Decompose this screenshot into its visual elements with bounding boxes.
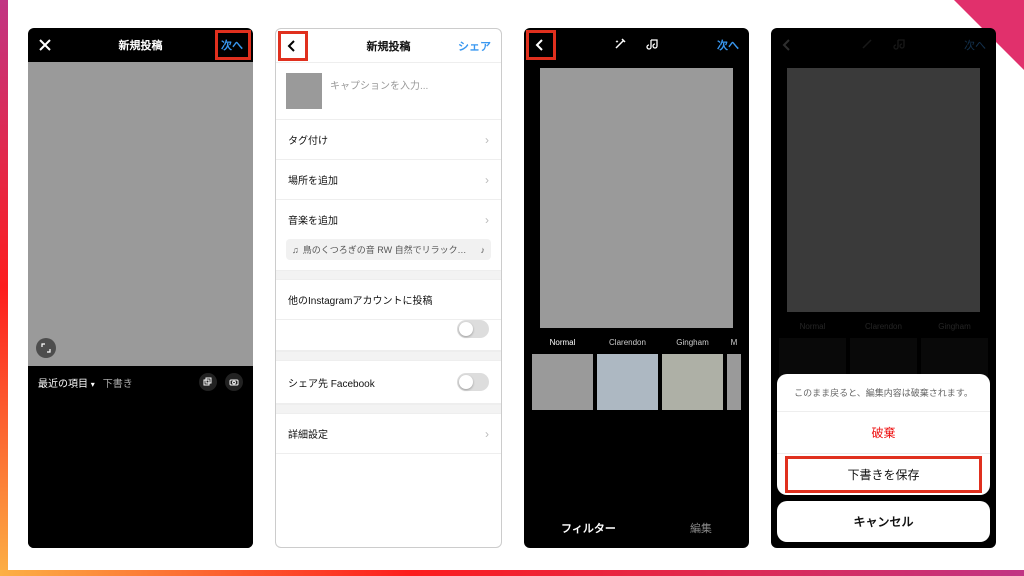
- row-label: 場所を追加: [288, 172, 338, 187]
- decorative-bottom-gradient: [0, 570, 1024, 576]
- expand-crop-icon[interactable]: [36, 338, 56, 358]
- action-sheet: このまま戻ると、編集内容は破棄されます。 破棄 下書きを保存 キャンセル: [777, 374, 990, 542]
- chevron-right-icon: ›: [485, 213, 489, 227]
- library-bar: 最近の項目 ▾ 下書き: [28, 366, 253, 398]
- magic-wand-icon[interactable]: [613, 37, 627, 51]
- back-icon[interactable]: [286, 39, 298, 53]
- row-label: タグ付け: [288, 132, 328, 147]
- close-icon[interactable]: [38, 38, 52, 52]
- filter-thumb: [727, 354, 741, 410]
- music-note-icon: ♪: [481, 245, 486, 255]
- screen-2-compose: 新規投稿 シェア キャプションを入力... タグ付け › 場所を追加 › 音楽を…: [275, 28, 502, 548]
- filter-preview-dimmed: [787, 68, 980, 312]
- discard-button[interactable]: 破棄: [777, 412, 990, 454]
- recent-items-dropdown[interactable]: 最近の項目 ▾: [38, 375, 95, 390]
- row-label: シェア先 Facebook: [288, 375, 375, 390]
- filter-option[interactable]: Gingham: [662, 338, 723, 410]
- filter-strip[interactable]: Normal Clarendon Gingham M: [524, 328, 749, 414]
- filter-label: Clarendon: [850, 322, 917, 334]
- filter-thumb: [662, 354, 723, 410]
- screen-4-discard-sheet: 次へ Normal Clarendon Gingham このまま戻ると、編集内容…: [771, 28, 996, 548]
- music-suggestion-chip[interactable]: ♫ 鳥のくつろぎの音 RW 自然でリラックスできる音楽 ♪: [286, 239, 491, 260]
- filter-label: M: [727, 338, 741, 350]
- facebook-toggle[interactable]: [457, 373, 489, 391]
- filter-strip-dimmed: Normal Clarendon Gingham: [771, 312, 996, 382]
- next-button[interactable]: 次へ: [717, 37, 739, 53]
- share-button[interactable]: シェア: [458, 38, 491, 54]
- camera-icon[interactable]: [225, 373, 243, 391]
- drafts-tab[interactable]: 下書き: [103, 375, 133, 390]
- topbar: 新規投稿 次へ: [28, 28, 253, 62]
- row-label: 他のInstagramアカウントに投稿: [288, 292, 432, 307]
- add-music-row[interactable]: 音楽を追加 ›: [276, 200, 501, 239]
- decorative-left-gradient: [0, 0, 8, 576]
- sheet-message: このまま戻ると、編集内容は破棄されます。: [777, 374, 990, 412]
- add-location-row[interactable]: 場所を追加 ›: [276, 160, 501, 200]
- music-icon: [893, 37, 907, 51]
- magic-wand-icon: [860, 37, 874, 51]
- screen-3-filter: 次へ Normal Clarendon Gingham M フィルター: [524, 28, 749, 548]
- selected-media-preview[interactable]: [28, 62, 253, 366]
- caption-area: キャプションを入力...: [276, 63, 501, 120]
- chevron-right-icon: ›: [485, 173, 489, 187]
- filter-preview[interactable]: [540, 68, 733, 328]
- filter-label: Normal: [532, 338, 593, 350]
- tag-people-row[interactable]: タグ付け ›: [276, 120, 501, 160]
- screens-row: 新規投稿 次へ 最近の項目 ▾ 下書き 新規投稿: [28, 28, 996, 548]
- next-button[interactable]: 次へ: [221, 37, 243, 53]
- media-grid-area[interactable]: [28, 398, 253, 548]
- cancel-card: キャンセル: [777, 501, 990, 542]
- filter-label: Gingham: [662, 338, 723, 350]
- row-label: 音楽を追加: [288, 212, 338, 227]
- post-thumbnail[interactable]: [286, 73, 322, 109]
- share-facebook-row: シェア先 Facebook: [276, 361, 501, 404]
- next-button[interactable]: 次へ: [964, 37, 986, 53]
- music-note-icon: ♫: [292, 245, 299, 255]
- post-to-other-ig-row: 他のInstagramアカウントに投稿: [276, 280, 501, 320]
- toolbar-icons: [524, 37, 749, 54]
- bottom-tabs: フィルター 編集: [524, 508, 749, 548]
- filter-thumb: [597, 354, 658, 410]
- filter-thumb: [532, 354, 593, 410]
- section-divider: [276, 270, 501, 280]
- filter-label: Gingham: [921, 322, 988, 334]
- toolbar-icons: [771, 37, 996, 54]
- chevron-right-icon: ›: [485, 133, 489, 147]
- post-to-other-ig-toggle-row: [276, 320, 501, 351]
- tab-edit[interactable]: 編集: [690, 520, 712, 536]
- caption-input[interactable]: キャプションを入力...: [330, 73, 428, 109]
- tab-filter[interactable]: フィルター: [561, 520, 616, 536]
- back-icon[interactable]: [781, 38, 793, 52]
- other-ig-toggle[interactable]: [457, 320, 489, 338]
- filter-label: Clarendon: [597, 338, 658, 350]
- topbar: 次へ: [771, 28, 996, 62]
- screen-title: 新規投稿: [28, 37, 253, 53]
- screen-1-new-post-picker: 新規投稿 次へ 最近の項目 ▾ 下書き: [28, 28, 253, 548]
- section-divider: [276, 351, 501, 361]
- filter-option[interactable]: Clarendon: [597, 338, 658, 410]
- music-chip-label: 鳥のくつろぎの音 RW 自然でリラックスできる音楽: [303, 243, 473, 256]
- topbar: 次へ: [524, 28, 749, 62]
- cancel-button[interactable]: キャンセル: [777, 501, 990, 542]
- filter-option[interactable]: Normal: [532, 338, 593, 410]
- filter-label: Normal: [779, 322, 846, 334]
- spacer: [276, 454, 501, 547]
- section-divider: [276, 404, 501, 414]
- action-sheet-card: このまま戻ると、編集内容は破棄されます。 破棄 下書きを保存: [777, 374, 990, 495]
- multi-select-icon[interactable]: [199, 373, 217, 391]
- advanced-settings-row[interactable]: 詳細設定 ›: [276, 414, 501, 454]
- back-icon[interactable]: [534, 38, 546, 52]
- music-icon[interactable]: [646, 37, 660, 51]
- topbar: 新規投稿 シェア: [276, 29, 501, 63]
- save-draft-button[interactable]: 下書きを保存: [777, 454, 990, 495]
- filter-option[interactable]: M: [727, 338, 741, 410]
- chevron-right-icon: ›: [485, 427, 489, 441]
- row-label: 詳細設定: [288, 426, 328, 441]
